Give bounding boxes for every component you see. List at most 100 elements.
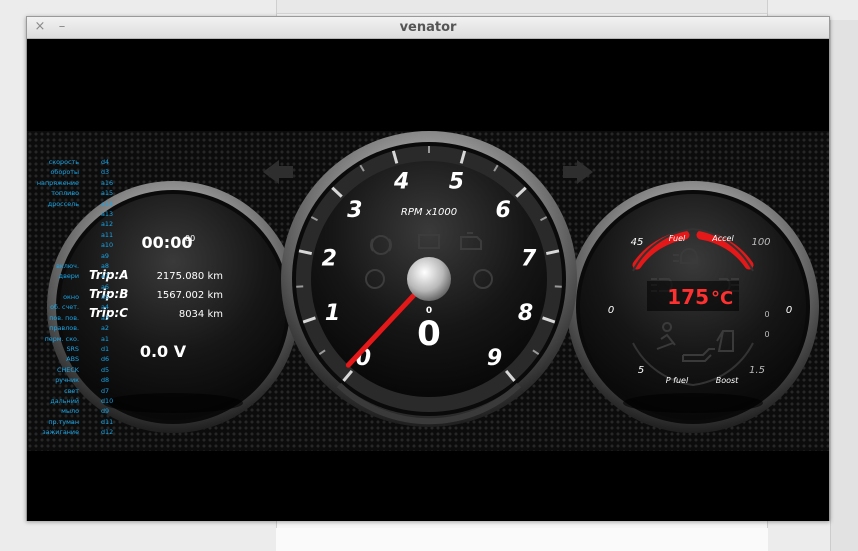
indicator-code: a2 — [101, 324, 109, 333]
arrow-right-icon[interactable] — [563, 160, 593, 184]
tach-scale-label-3: 3 — [347, 198, 362, 223]
indicator-label: зажигание — [42, 428, 79, 437]
app-window: × – venator 00:00 00 Trip:A 2175.080 km … — [26, 16, 830, 521]
indicator-code: d7 — [101, 386, 110, 395]
indicator-label — [27, 282, 79, 292]
indicator-code: a7 — [101, 272, 109, 281]
rpm-unit-label: RPM x1000 — [401, 207, 457, 218]
indicator-label — [27, 219, 79, 229]
dashboard: 00:00 00 Trip:A 2175.080 km Trip:B 1567.… — [27, 39, 829, 521]
scale-right-zero: 0 — [786, 305, 792, 316]
tach-scale-label-9: 9 — [487, 346, 502, 371]
clock-seconds: 00 — [185, 234, 195, 243]
background-scroll-area — [830, 20, 858, 551]
scale-100-label: 100 — [751, 237, 770, 248]
indicator-label: напряжение — [36, 178, 79, 187]
indicator-code: a14 — [101, 199, 114, 208]
right-gauge-bottom-shade — [623, 393, 763, 413]
indicator-code: d1 — [101, 345, 110, 354]
indicator-code: d4 — [101, 158, 110, 166]
indicator-label — [27, 251, 79, 261]
indicator-label: двери — [58, 272, 79, 281]
needle-hub — [407, 257, 451, 301]
temperature-unit: °C — [711, 288, 733, 309]
indicator-labels: скорость обороты напряжение топливо дроссель… — [27, 157, 79, 438]
indicator-label: SRS — [66, 345, 79, 354]
indicator-label: окно — [63, 293, 79, 302]
indicator-label: об. счет. — [50, 303, 79, 312]
voltage-display: 0.0 V — [140, 342, 187, 361]
tach-scale-label-7: 7 — [521, 246, 537, 271]
inner-scale-zero-a: 0 — [764, 310, 769, 319]
indicator-code: a11 — [101, 230, 114, 239]
indicator-code: a13 — [101, 209, 114, 218]
indicator-label: свет — [64, 386, 79, 395]
tach-scale-label-8: 8 — [518, 301, 533, 326]
tach-scale-label-6: 6 — [496, 198, 511, 223]
indicator-code: a9 — [101, 251, 109, 260]
title-bar[interactable]: × – venator — [27, 17, 829, 39]
indicator-label: CHECK — [57, 365, 79, 374]
indicator-label: дальний — [50, 396, 79, 405]
indicator-label: пр.туман — [48, 417, 79, 426]
window-title: venator — [399, 20, 457, 35]
indicator-label: пов. пов. — [49, 313, 79, 322]
left-gauge: 00:00 00 Trip:A 2175.080 km Trip:B 1567.… — [47, 181, 299, 433]
indicator-code: d8 — [101, 376, 110, 385]
indicator-code: d6 — [101, 355, 110, 364]
background-window-strip — [277, 0, 767, 14]
trip-a-value: 2175.080 km — [157, 271, 223, 282]
indicator-code: a6 — [101, 282, 109, 291]
indicator-label — [27, 240, 79, 250]
indicator-code: a5 — [101, 293, 109, 302]
arrow-left-icon[interactable] — [263, 160, 293, 184]
accel-label: Accel — [711, 234, 734, 243]
indicator-label: включ. — [56, 261, 79, 270]
indicator-code: d11 — [101, 417, 114, 426]
indicator-label: перм. ско. — [44, 334, 79, 343]
indicator-label: мыло — [61, 407, 79, 416]
indicator-code: a12 — [101, 220, 114, 229]
indicator-code: a3 — [101, 313, 109, 322]
scale-45-label: 45 — [631, 237, 644, 248]
tach-scale-label-1: 1 — [325, 301, 340, 326]
indicator-code: d5 — [101, 365, 110, 374]
boost-label: Boost — [716, 376, 739, 385]
tachometer: 01234 56789 RPM x1000 0 0 — [281, 131, 577, 427]
tach-scale-label-4: 4 — [393, 170, 409, 195]
left-gauge-bottom-shade — [103, 393, 243, 413]
speed-value: 0 — [417, 314, 441, 354]
indicator-code: d12 — [101, 428, 114, 437]
pfuel-label: P fuel — [666, 376, 689, 385]
scale-5-label: 5 — [638, 365, 644, 376]
indicator-label: скорость — [48, 158, 79, 166]
background-window-bottom — [276, 528, 768, 551]
indicator-code: a8 — [101, 261, 109, 270]
indicator-code: a15 — [101, 189, 114, 198]
right-gauge: Fuel Accel 45 100 0 0 0 0 5 1.5 P fuel B… — [567, 181, 819, 433]
indicator-code: d9 — [101, 407, 110, 416]
indicator-code: a4 — [101, 303, 109, 312]
trip-b-value: 1567.002 km — [157, 290, 223, 301]
indicator-label: топливо — [51, 189, 79, 198]
indicator-label — [27, 209, 79, 219]
indicator-code: a1 — [101, 334, 109, 343]
inner-scale-zero-b: 0 — [764, 330, 769, 339]
indicator-codes: d4 d3 a16 a15 a14 a13 a12 a11 a10 a9 a8 a7 a6 a5 a4 a3 a… — [101, 157, 123, 438]
indicator-label: обороты — [50, 168, 80, 177]
indicator-code: a10 — [101, 241, 114, 250]
scale-left-zero: 0 — [608, 305, 614, 316]
fuel-label: Fuel — [669, 234, 686, 243]
indicator-code: d10 — [101, 396, 114, 405]
indicator-label — [27, 230, 79, 240]
temperature-value: 175 — [667, 285, 709, 309]
scale-15-label: 1.5 — [749, 365, 765, 376]
tach-scale-label-2: 2 — [322, 246, 337, 271]
indicator-label: ABS — [66, 355, 79, 364]
tach-scale-label-5: 5 — [449, 170, 464, 195]
indicator-code: d3 — [101, 168, 110, 177]
indicator-label: дроссель — [47, 199, 79, 208]
gauge-cluster: 00:00 00 Trip:A 2175.080 km Trip:B 1567.… — [47, 131, 819, 433]
trip-c-value: 8034 km — [179, 309, 223, 320]
indicator-label: правлов. — [49, 324, 79, 333]
